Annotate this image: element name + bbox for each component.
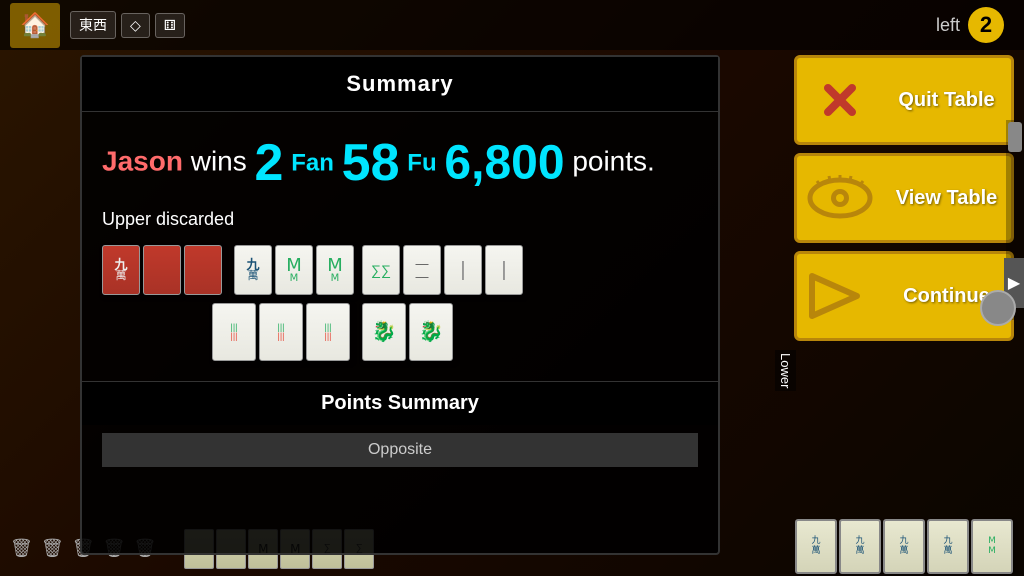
points-label: points. — [572, 146, 655, 177]
br-tile-1: 九萬 — [795, 519, 837, 574]
continue-button[interactable]: Continue — [794, 251, 1014, 341]
dragon-tile-4: 🐉 — [362, 303, 406, 361]
wins-label: wins — [191, 146, 255, 177]
trash-icon-1[interactable]: 🗑 — [10, 538, 33, 559]
home-button[interactable]: 🏠 — [10, 3, 60, 48]
br-tile-2: 九萬 — [839, 519, 881, 574]
tile-8: — — — [403, 245, 441, 295]
scroll-thumb[interactable] — [1008, 122, 1022, 152]
circle-button[interactable] — [980, 290, 1016, 326]
br-tile-3: 九萬 — [883, 519, 925, 574]
summary-panel: Summary Jason wins 2 Fan 58 Fu 6,800 poi… — [80, 55, 720, 555]
quit-icon-area — [797, 58, 882, 142]
fu-label: Fu — [407, 150, 436, 177]
five-dots-icon[interactable]: ⚅ — [155, 13, 185, 38]
br-tile-5: ⅯⅯ — [971, 519, 1013, 574]
left-count: 2 — [968, 7, 1004, 43]
bottom-right-tiles: 九萬 九萬 九萬 九萬 ⅯⅯ — [794, 516, 1024, 576]
arrow-icon-area — [797, 254, 882, 338]
trash-icon-2[interactable]: 🗑 — [41, 538, 64, 559]
tile-4: 九 萬 — [234, 245, 272, 295]
home-icon: 🏠 — [20, 11, 50, 40]
fan-label: Fan — [291, 150, 334, 177]
nav-icons: 東西 ◇ ⚅ — [70, 11, 185, 39]
tile-3 — [184, 245, 222, 295]
tile-5: Ⅿ Ⅿ — [275, 245, 313, 295]
tile-9: | — [444, 245, 482, 295]
east-west-icon[interactable]: 東西 — [70, 11, 116, 39]
tiles-area: 九 萬 九 萬 Ⅿ Ⅿ — [82, 240, 718, 366]
eye-icon-area — [797, 156, 882, 240]
tile-6: Ⅿ Ⅿ — [316, 245, 354, 295]
opposite-bar: Opposite — [102, 433, 698, 467]
arrow-icon — [807, 266, 872, 326]
player-name: Jason — [102, 146, 183, 177]
right-panel: Quit Table View Table — [794, 55, 1014, 341]
eye-icon — [805, 173, 875, 223]
fan-count: 2 — [255, 134, 284, 192]
lower-label: Lower — [775, 350, 796, 391]
quit-label: Quit Table — [882, 89, 1011, 112]
quit-table-button[interactable]: Quit Table — [794, 55, 1014, 145]
tile-2 — [143, 245, 181, 295]
fu-count: 58 — [342, 134, 400, 192]
tile-row-1: 九 萬 九 萬 Ⅿ Ⅿ — [102, 245, 698, 295]
dragon-tile-1: ||| ||| — [212, 303, 256, 361]
dragon-tile-5: 🐉 — [409, 303, 453, 361]
points-summary-title: Points Summary — [82, 381, 718, 425]
win-announcement: Jason wins 2 Fan 58 Fu 6,800 points. — [82, 112, 718, 204]
discard-text: Upper discarded — [82, 204, 718, 240]
points-count: 6,800 — [444, 136, 564, 189]
summary-title: Summary — [82, 57, 718, 112]
tile-row-2: ||| ||| ||| ||| ||| ||| 🐉 — [102, 303, 698, 361]
left-label: left — [936, 15, 960, 36]
dragon-tile-3: ||| ||| — [306, 303, 350, 361]
tile-1: 九 萬 — [102, 245, 140, 295]
eye-container — [805, 173, 875, 223]
top-navigation: 🏠 東西 ◇ ⚅ left 2 — [0, 0, 1024, 50]
br-tile-4: 九萬 — [927, 519, 969, 574]
tile-10: | — [485, 245, 523, 295]
tile-7: ∑∑ — [362, 245, 400, 295]
view-label: View Table — [882, 187, 1011, 210]
x-icon — [810, 70, 870, 130]
diamond-icon[interactable]: ◇ — [121, 13, 150, 38]
dragon-tile-2: ||| ||| — [259, 303, 303, 361]
view-table-button[interactable]: View Table — [794, 153, 1014, 243]
